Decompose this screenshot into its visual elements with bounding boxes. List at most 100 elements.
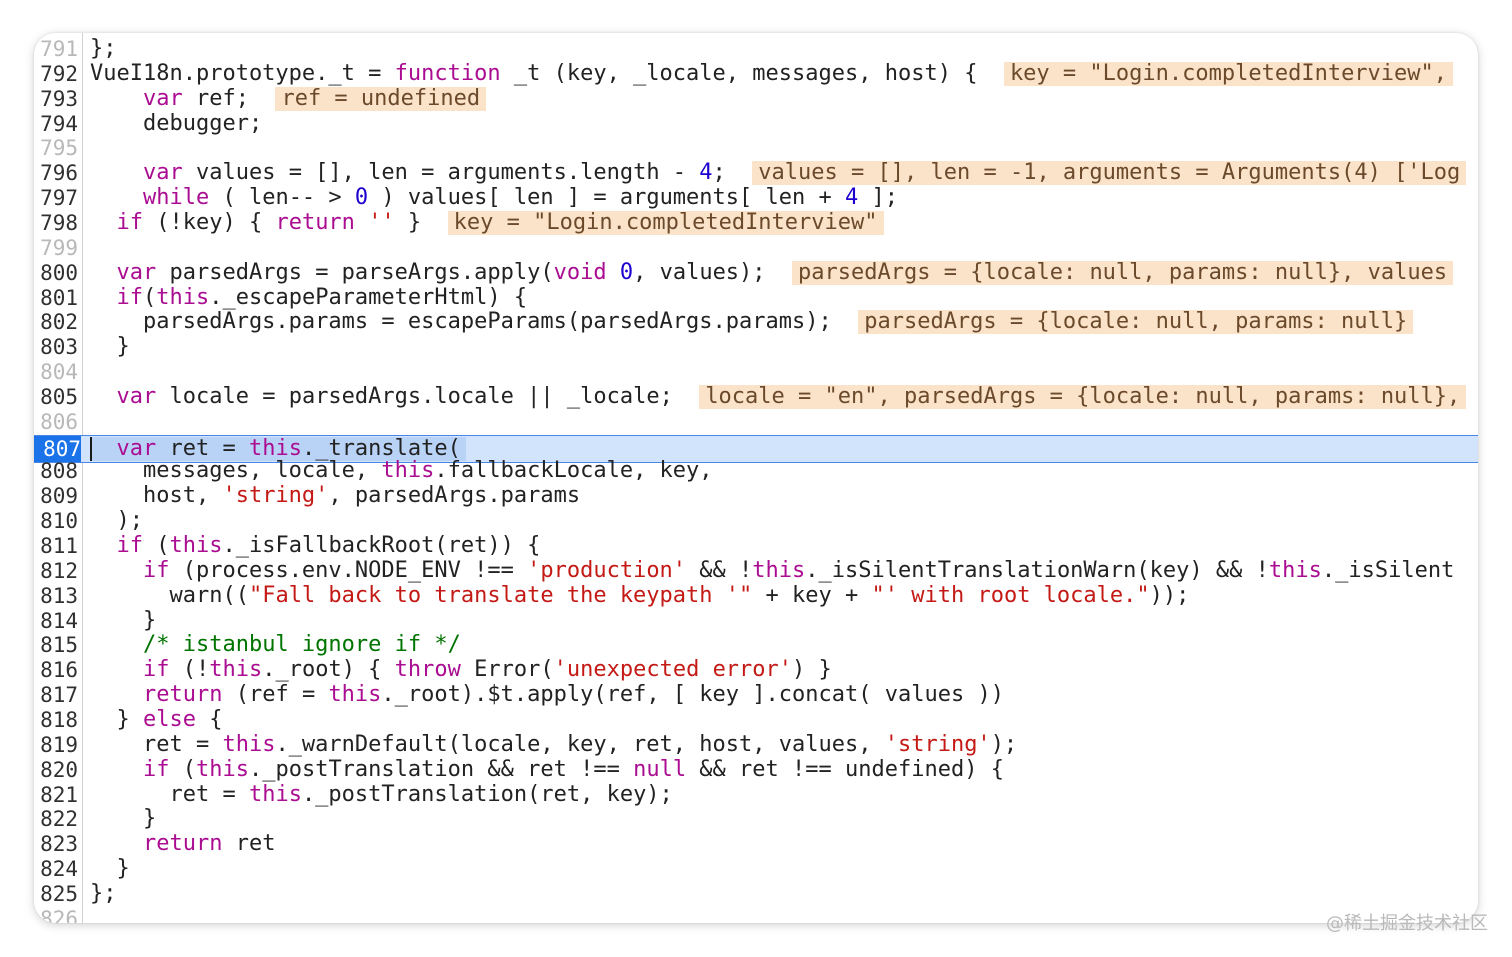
code-line: 826 [34,907,1478,923]
code-text[interactable]: ret = this._warnDefault(locale, key, ret… [90,732,1017,757]
code-line: 797 while ( len-- > 0 ) values[ len ] = … [34,186,1478,211]
line-number[interactable]: 811 [34,534,78,558]
line-number[interactable]: 810 [34,509,78,533]
code-text[interactable]: if (!key) { return '' } key = "Login.com… [90,210,884,235]
inline-value-preview: key = "Login.completedInterview", [1003,61,1454,86]
code-text[interactable]: while ( len-- > 0 ) values[ len ] = argu… [90,186,898,210]
code-text[interactable]: var parsedArgs = parseArgs.apply(void 0,… [90,260,1454,285]
inline-value-preview: values = [], len = -1, arguments = Argum… [752,161,1467,186]
line-number[interactable]: 813 [34,584,78,608]
code-text[interactable]: if (this._postTranslation && ret !== nul… [90,757,1004,782]
code-text[interactable]: }; [90,37,117,61]
code-line: 811 if (this._isFallbackRoot(ret)) { [34,534,1478,559]
line-number[interactable]: 797 [34,186,78,210]
line-number[interactable]: 822 [34,807,78,831]
code-text[interactable]: /* istanbul ignore if */ [90,633,461,657]
line-number[interactable]: 816 [34,658,78,682]
line-number[interactable]: 804 [34,360,78,384]
code-line: 804 [34,360,1478,384]
code-line: 819 ret = this._warnDefault(locale, key,… [34,732,1478,757]
line-number[interactable]: 826 [34,907,78,923]
code-line: 793 var ref; ref = undefined [34,86,1478,111]
code-text[interactable]: ); [90,509,143,533]
code-line: 812 if (process.env.NODE_ENV !== 'produc… [34,558,1478,583]
code-line: 806 [34,410,1478,434]
code-text[interactable]: parsedArgs.params = escapeParams(parsedA… [90,310,1414,335]
line-number[interactable]: 823 [34,832,78,856]
code-text[interactable]: } [90,335,129,359]
line-number[interactable]: 793 [34,87,78,111]
code-line: 794 debugger; [34,111,1478,136]
code-line: 799 [34,236,1478,260]
code-text[interactable]: return (ref = this._root).$t.apply(ref, … [90,683,1004,707]
code-line: 801 if(this._escapeParameterHtml) { [34,285,1478,310]
line-number[interactable]: 818 [34,708,78,732]
active-breakpoint-line-number[interactable]: 807 [34,435,81,462]
code-line: 825}; [34,881,1478,906]
inline-value-preview: parsedArgs = {locale: null, params: null… [792,260,1454,285]
inline-value-preview: key = "Login.completedInterview" [447,210,884,235]
line-number[interactable]: 791 [34,37,78,61]
code-line: 800 var parsedArgs = parseArgs.apply(voi… [34,260,1478,285]
code-text[interactable]: if (this._isFallbackRoot(ret)) { [90,534,541,558]
line-number[interactable]: 803 [34,335,78,359]
watermark: @稀土掘金技术社区 [1326,913,1488,934]
line-number[interactable]: 815 [34,633,78,657]
line-number[interactable]: 817 [34,683,78,707]
code-line: 792 VueI18n.prototype._t = function _t (k… [34,61,1478,86]
code-line: 823 return ret [34,832,1478,857]
line-number[interactable]: 796 [34,161,78,185]
line-number[interactable]: 820 [34,758,78,782]
code-line: 822 } [34,807,1478,832]
code-line: 805 var locale = parsedArgs.locale || _l… [34,384,1478,409]
line-number[interactable]: 794 [34,112,78,136]
code-text[interactable]: var ref; ref = undefined [90,86,487,111]
code-line: 816 if (!this._root) { throw Error('unex… [34,658,1478,683]
code-text[interactable]: var locale = parsedArgs.locale || _local… [90,384,1467,409]
inline-value-preview: parsedArgs = {locale: null, params: null… [858,310,1414,335]
code-text[interactable]: } [90,608,156,633]
code-text[interactable]: } [90,857,129,881]
code-line: 809 host, 'string', parsedArgs.params [34,484,1478,509]
line-number[interactable]: 819 [34,733,78,757]
inline-value-preview: locale = "en", parsedArgs = {locale: nul… [699,384,1467,409]
line-number[interactable]: 798 [34,211,78,235]
line-number[interactable]: 802 [34,310,78,334]
line-number[interactable]: 825 [34,882,78,906]
code-line: 821 ret = this._postTranslation(ret, key… [34,782,1478,807]
line-number[interactable]: 801 [34,286,78,310]
code-line: 820 if (this._postTranslation && ret !==… [34,757,1478,782]
line-number[interactable]: 821 [34,783,78,807]
line-number[interactable]: 808 [34,459,78,483]
code-line: 813 warn(("Fall back to translate the ke… [34,583,1478,608]
code-text[interactable]: return ret [90,832,275,856]
code-text[interactable]: VueI18n.prototype._t = function _t (key,… [90,61,1454,86]
code-text[interactable]: debugger; [90,111,262,136]
code-line: 818 } else { [34,707,1478,732]
code-text[interactable]: if (process.env.NODE_ENV !== 'production… [90,558,1454,583]
code-text[interactable]: ret = this._postTranslation(ret, key); [90,782,672,807]
line-number[interactable]: 812 [34,559,78,583]
line-number[interactable]: 795 [34,136,78,160]
line-number[interactable]: 824 [34,857,78,881]
code-text[interactable]: } else { [90,707,222,732]
line-number[interactable]: 805 [34,385,78,409]
line-number[interactable]: 799 [34,236,78,260]
line-number[interactable]: 800 [34,261,78,285]
line-number[interactable]: 814 [34,609,78,633]
code-text[interactable]: warn(("Fall back to translate the keypat… [90,583,1189,608]
code-text[interactable]: messages, locale, this.fallbackLocale, k… [90,459,713,483]
code-line: 817 return (ref = this._root).$t.apply(r… [34,683,1478,708]
code-text[interactable]: var values = [], len = arguments.length … [90,161,1467,186]
code-line: 815 /* istanbul ignore if */ [34,633,1478,658]
code-text[interactable]: } [90,807,156,831]
code-text[interactable]: host, 'string', parsedArgs.params [90,484,580,508]
code-line: 803 } [34,335,1478,360]
line-number[interactable]: 809 [34,484,78,508]
code-text[interactable]: if(this._escapeParameterHtml) { [90,285,528,310]
code-text[interactable]: if (!this._root) { throw Error('unexpect… [90,658,832,682]
code-text[interactable]: }; [90,881,117,906]
code-line: 796 var values = [], len = arguments.len… [34,161,1478,186]
line-number[interactable]: 806 [34,410,78,434]
line-number[interactable]: 792 [34,62,78,86]
